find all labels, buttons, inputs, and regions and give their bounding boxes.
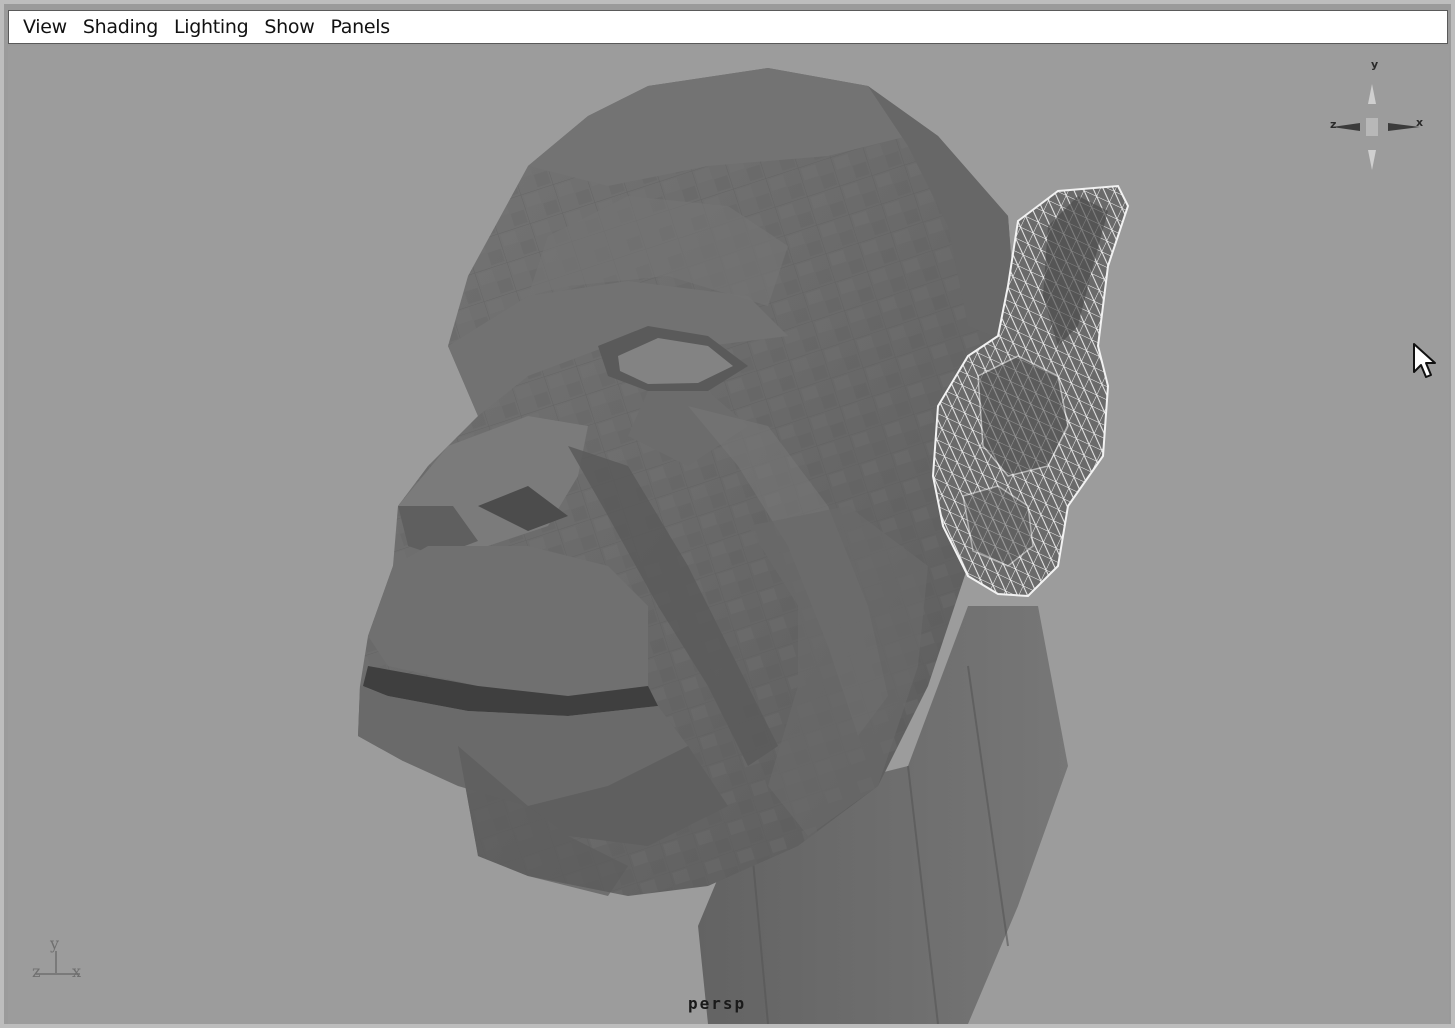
mouse-pointer-icon xyxy=(1412,342,1436,386)
view-cube-y-label: y xyxy=(1371,58,1379,71)
menu-show[interactable]: Show xyxy=(256,14,322,40)
axis-x-label: x xyxy=(72,962,82,981)
scene-render xyxy=(36,68,1420,1024)
camera-name-label: persp xyxy=(688,994,747,1013)
panel-menubar: View Shading Lighting Show Panels xyxy=(8,10,1448,44)
menu-shading[interactable]: Shading xyxy=(75,14,166,40)
view-cube-x-label: x xyxy=(1416,116,1424,129)
view-cube-z-label: z xyxy=(1330,118,1337,131)
axis-y-label: y xyxy=(50,934,60,953)
3d-viewport[interactable]: y x z y z x persp xyxy=(8,46,1449,1024)
view-cube[interactable] xyxy=(1332,84,1420,170)
axis-z-label: z xyxy=(32,962,41,981)
menu-view[interactable]: View xyxy=(15,14,75,40)
maya-viewport-panel: View Shading Lighting Show Panels y x z … xyxy=(0,0,1455,1028)
menu-panels[interactable]: Panels xyxy=(322,14,397,40)
menu-lighting[interactable]: Lighting xyxy=(166,14,256,40)
